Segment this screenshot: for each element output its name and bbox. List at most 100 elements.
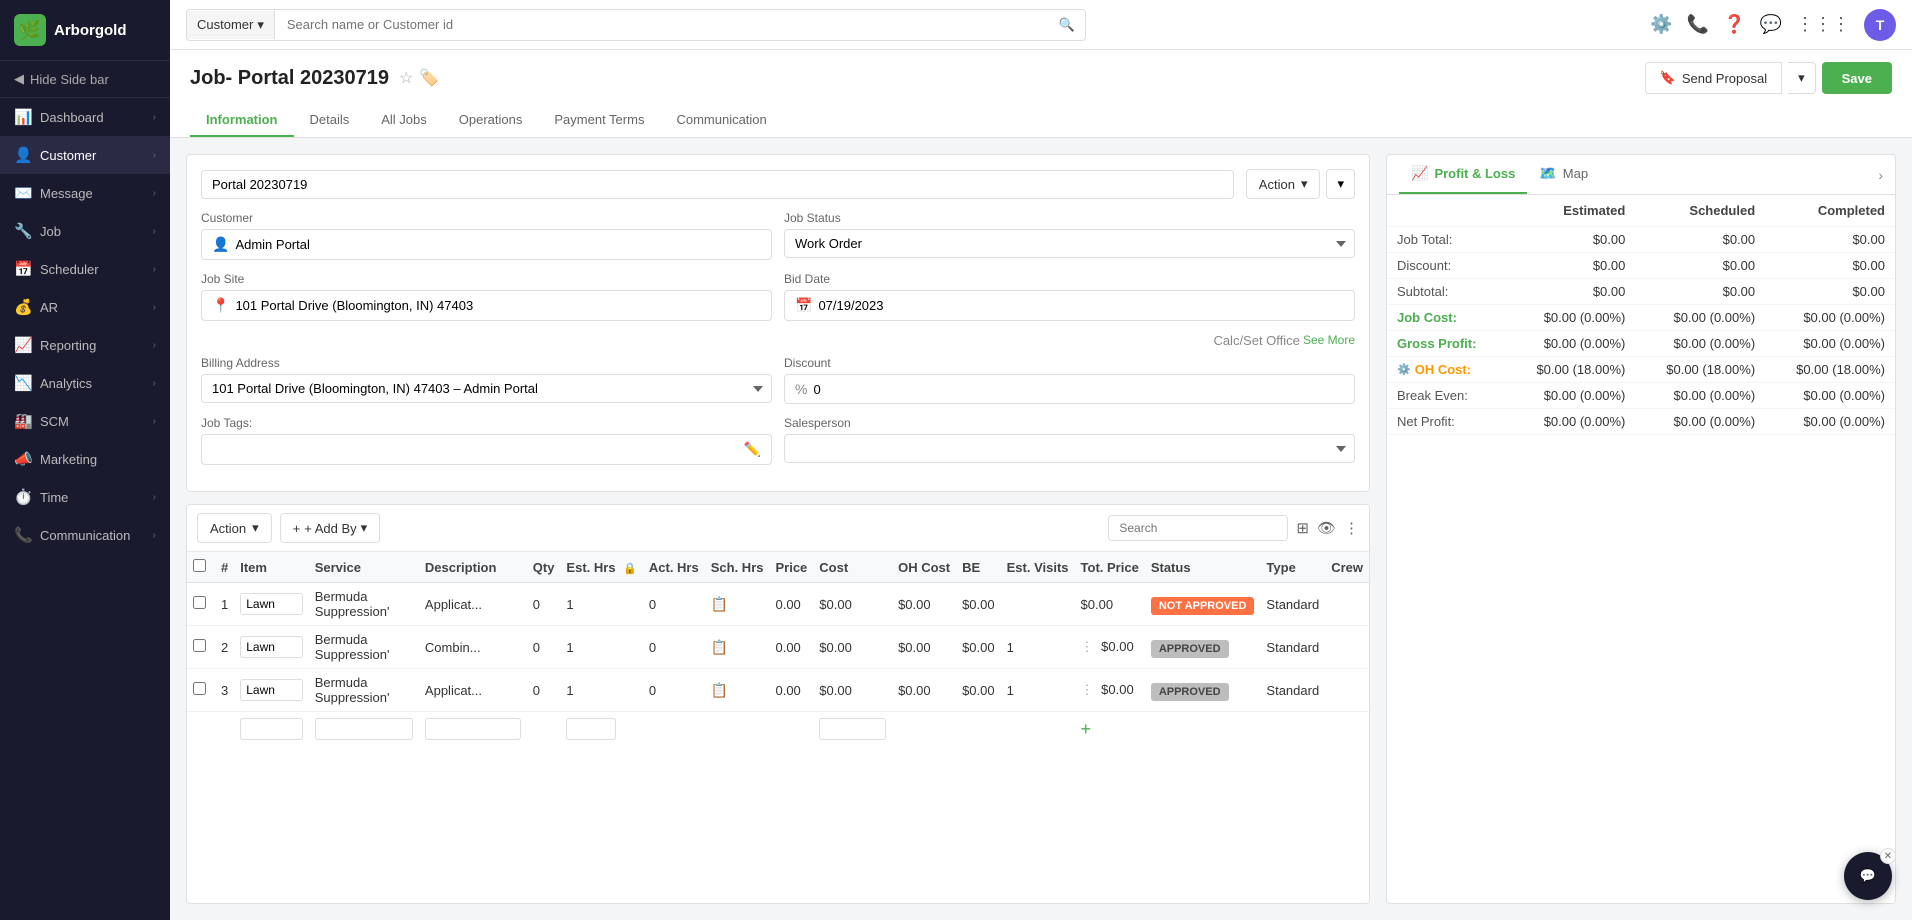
col-est-visits: Est. Visits [1001, 552, 1075, 583]
sidebar-item-customer[interactable]: 👤 Customer › [0, 136, 170, 174]
tab-map[interactable]: 🗺️ Map [1527, 155, 1600, 194]
new-service-input[interactable] [315, 718, 413, 740]
new-desc-input[interactable] [425, 718, 521, 740]
help-button[interactable]: ❓ [1723, 14, 1745, 35]
chat-close-button[interactable]: ✕ [1880, 848, 1896, 864]
pl-cell-label: ⚙️OH Cost: [1387, 357, 1506, 383]
cell-est-visits [1001, 583, 1075, 626]
search-category-dropdown[interactable]: Customer ▾ [187, 11, 275, 39]
marketing-icon: 📣 [14, 450, 32, 468]
grid-view-button[interactable]: ⊞ [1296, 515, 1309, 541]
job-site-input[interactable] [235, 298, 761, 313]
cell-status: APPROVED [1145, 626, 1261, 669]
hide-sidebar-btn[interactable]: ◀ Hide Side bar [0, 61, 170, 98]
job-status-select[interactable]: Work Order [784, 229, 1355, 258]
search-button[interactable]: 🔍 [1049, 10, 1085, 40]
tab-operations[interactable]: Operations [443, 104, 539, 137]
bid-date-input[interactable] [818, 298, 1344, 313]
send-proposal-dropdown[interactable]: ▾ [1788, 62, 1816, 94]
row-checkbox[interactable] [193, 682, 206, 695]
new-price-input[interactable] [819, 718, 886, 740]
table-search-input[interactable] [1108, 515, 1288, 541]
star-button[interactable]: ☆ [399, 68, 413, 88]
row-checkbox[interactable] [193, 639, 206, 652]
reporting-icon: 📈 [14, 336, 32, 354]
tab-communication[interactable]: Communication [660, 104, 782, 137]
collapse-right-panel-button[interactable]: › [1878, 167, 1883, 183]
sidebar-item-scm[interactable]: 🏭 SCM › [0, 402, 170, 440]
row-options-icon[interactable]: ⋮ [1081, 639, 1094, 654]
main-content: Customer ▾ 🔍 ⚙️ 📞 ❓ 💬 ⋮⋮⋮ T Job- Portal … [170, 0, 1912, 920]
add-by-label: + Add By [304, 521, 356, 536]
row-checkbox[interactable] [193, 596, 206, 609]
job-tags-input[interactable] [212, 442, 738, 457]
cell-item-input[interactable] [240, 593, 302, 615]
pl-cell-label: Subtotal: [1387, 279, 1506, 305]
cell-item-input[interactable] [240, 636, 302, 658]
cell-act-hrs: 0 [643, 626, 705, 669]
pl-cell-completed: $0.00 (0.00%) [1765, 305, 1895, 331]
salesperson-select[interactable] [784, 434, 1355, 463]
job-name-input[interactable] [201, 170, 1234, 199]
col-price: Price [769, 552, 813, 583]
sidebar-item-scheduler[interactable]: 📅 Scheduler › [0, 250, 170, 288]
sidebar-item-ar[interactable]: 💰 AR › [0, 288, 170, 326]
table-action-button[interactable]: Action ▾ [197, 513, 272, 543]
tab-payment-terms[interactable]: Payment Terms [538, 104, 660, 137]
eye-view-button[interactable]: 👁 [1317, 515, 1336, 541]
discount-input[interactable] [813, 382, 1344, 397]
sidebar-item-message[interactable]: ✉️ Message › [0, 174, 170, 212]
chat-button[interactable]: 💬 [1760, 14, 1782, 35]
sidebar-item-dashboard[interactable]: 📊 Dashboard › [0, 98, 170, 136]
save-button[interactable]: Save [1822, 62, 1892, 94]
chat-widget[interactable]: 💬 ✕ [1844, 852, 1892, 900]
action-button[interactable]: Action ▾ [1246, 169, 1321, 199]
pl-cell-completed: $0.00 (0.00%) [1765, 409, 1895, 435]
customer-input[interactable] [235, 237, 761, 252]
expand-button[interactable]: ▾ [1326, 169, 1355, 199]
action-label: Action [1259, 177, 1295, 192]
chevron-right-icon-11: › [153, 530, 156, 541]
tab-profit-loss[interactable]: 📈 Profit & Loss [1399, 155, 1527, 194]
sidebar-item-communication[interactable]: 📞 Communication › [0, 516, 170, 554]
send-proposal-button[interactable]: 🔖 Send Proposal [1645, 62, 1782, 94]
profit-loss-tab-label: Profit & Loss [1434, 166, 1515, 181]
tab-details[interactable]: Details [294, 104, 366, 137]
cell-sch-hrs: 📋 [705, 626, 770, 669]
tag-button[interactable]: 🏷️ [419, 68, 439, 88]
settings-button[interactable]: ⚙️ [1650, 14, 1672, 35]
see-more-link[interactable]: See More [1303, 333, 1355, 348]
sidebar-item-reporting[interactable]: 📈 Reporting › [0, 326, 170, 364]
page-title: Job- Portal 20230719 [190, 67, 389, 90]
tab-information[interactable]: Information [190, 104, 294, 137]
sidebar-item-analytics[interactable]: 📉 Analytics › [0, 364, 170, 402]
add-row-button[interactable]: + [1081, 719, 1092, 740]
hide-sidebar-icon: ◀ [14, 71, 24, 87]
sidebar-item-customer-label: Customer [40, 148, 96, 163]
add-by-button[interactable]: + + Add By ▾ [280, 513, 381, 543]
more-options-button[interactable]: ⋮ [1344, 515, 1359, 541]
apps-button[interactable]: ⋮⋮⋮ [1796, 14, 1850, 35]
cell-sch-hrs: 📋 [705, 669, 770, 712]
avatar[interactable]: T [1864, 9, 1896, 41]
search-input[interactable] [275, 11, 1049, 38]
sidebar-item-time[interactable]: ⏱️ Time › [0, 478, 170, 516]
new-esthrs-input[interactable] [566, 718, 616, 740]
col-num: # [215, 552, 234, 583]
cell-est-visits: 1 [1001, 669, 1075, 712]
sidebar-item-marketing[interactable]: 📣 Marketing [0, 440, 170, 478]
topbar: Customer ▾ 🔍 ⚙️ 📞 ❓ 💬 ⋮⋮⋮ T [170, 0, 1912, 50]
percent-icon: % [795, 381, 807, 397]
select-all-checkbox[interactable] [193, 559, 206, 572]
tab-all-jobs[interactable]: All Jobs [365, 104, 443, 137]
chevron-right-icon-2: › [153, 150, 156, 161]
new-item-input[interactable] [240, 718, 302, 740]
billing-address-select[interactable]: 101 Portal Drive (Bloomington, IN) 47403… [201, 374, 772, 403]
cell-item-input[interactable] [240, 679, 302, 701]
sidebar-item-job[interactable]: 🔧 Job › [0, 212, 170, 250]
pl-cell-label: Net Profit: [1387, 409, 1506, 435]
search-category-label: Customer [197, 17, 253, 32]
row-options-icon[interactable]: ⋮ [1081, 682, 1094, 697]
phone-button[interactable]: 📞 [1687, 14, 1709, 35]
cell-tot-price: ⋮ $0.00 [1075, 626, 1145, 669]
